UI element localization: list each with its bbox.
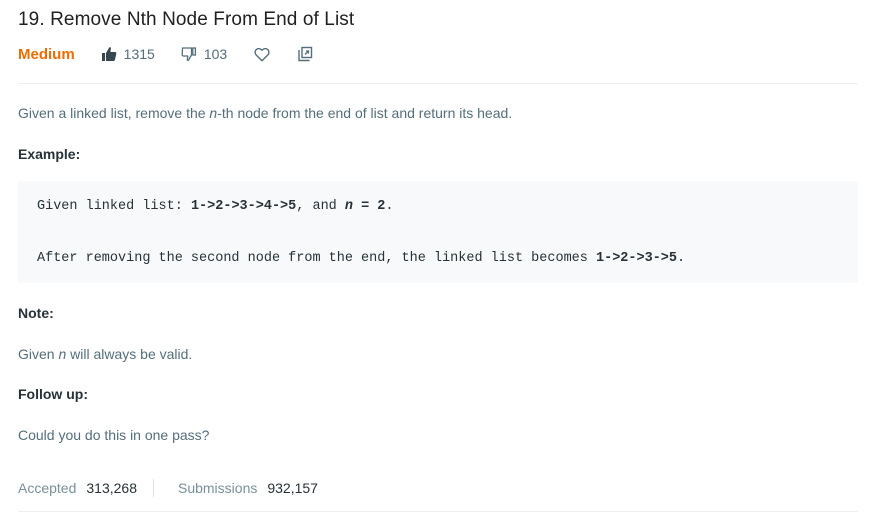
problem-description: Given a linked list, remove the n-th nod…	[18, 105, 512, 121]
example-line-output: After removing the second node from the …	[37, 251, 685, 266]
dislike-count: 103	[203, 46, 228, 62]
code-text: .	[385, 199, 394, 214]
code-text: .	[677, 251, 686, 266]
example-line-input: Given linked list: 1->2->3->4->5, and n …	[37, 199, 394, 214]
problem-title: 19. Remove Nth Node From End of List	[18, 9, 355, 30]
dislike-button[interactable]: 103	[181, 46, 227, 62]
like-button[interactable]: 1315	[101, 46, 155, 62]
code-text: Given linked list:	[37, 199, 191, 214]
stats-separator	[152, 479, 154, 497]
problem-meta-bar: Medium 1315 103	[18, 43, 339, 65]
heart-icon	[254, 47, 270, 62]
description-text-end: -th node from the end of list and return…	[217, 105, 513, 121]
code-text: After removing the second node from the …	[37, 251, 596, 266]
footer-divider	[18, 511, 858, 512]
follow-up-heading: Follow up:	[18, 386, 88, 402]
submissions-value: 932,157	[267, 480, 318, 496]
accepted-value: 313,268	[86, 480, 137, 496]
note-text-start: Given	[18, 346, 59, 362]
share-button[interactable]	[296, 45, 314, 63]
share-icon	[297, 46, 313, 62]
accepted-label: Accepted	[18, 480, 77, 496]
code-list-output: 1->2->3->5	[596, 251, 678, 266]
note-text: Given n will always be valid.	[18, 346, 192, 362]
submissions-label: Submissions	[177, 480, 258, 496]
like-count: 1315	[123, 46, 155, 62]
note-heading: Note:	[18, 305, 54, 321]
code-list-input: 1->2->3->4->5	[190, 199, 297, 214]
example-code-block: Given linked list: 1->2->3->4->5, and n …	[18, 181, 858, 283]
code-value: = 2	[352, 199, 386, 214]
note-text-end: will always be valid.	[66, 346, 193, 362]
favorite-button[interactable]	[253, 45, 271, 63]
description-text-start: Given a linked list, remove the	[18, 105, 210, 121]
thumbs-down-icon	[181, 46, 197, 62]
code-variable: n	[344, 199, 353, 214]
code-text: , and	[296, 199, 345, 214]
difficulty-label: Medium	[18, 45, 75, 63]
thumbs-up-icon	[101, 46, 117, 62]
follow-up-text: Could you do this in one pass?	[18, 427, 210, 443]
header-divider	[18, 83, 858, 84]
submission-stats: Accepted 313,268 Submissions 932,157	[18, 478, 318, 498]
example-heading: Example:	[18, 146, 81, 162]
